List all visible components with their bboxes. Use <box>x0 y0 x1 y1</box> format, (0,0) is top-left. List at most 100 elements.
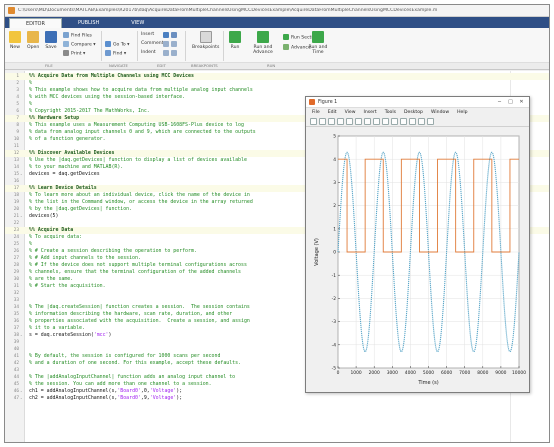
close-icon[interactable]: ✕ <box>516 99 527 106</box>
run-and-time-button[interactable]: Run and Time <box>307 31 329 55</box>
line-number: 3 <box>16 88 19 93</box>
line-marker[interactable]: - <box>20 395 23 402</box>
menu-file[interactable]: File <box>312 110 320 115</box>
open-button[interactable]: Open <box>27 31 39 50</box>
x-tick-label: 9000 <box>495 370 506 376</box>
x-tick-label: 7000 <box>459 370 470 376</box>
y-tick-label: 3 <box>333 180 336 186</box>
breakpoints-button[interactable]: Breakpoints <box>192 31 219 50</box>
line-number: 24 <box>13 235 19 240</box>
x-tick-label: 3000 <box>387 370 398 376</box>
line-marker[interactable]: - <box>20 388 23 395</box>
line-number: 30 <box>13 277 19 282</box>
y-tick-label: 5 <box>333 134 336 140</box>
code-text: % # If the device does not support multi… <box>29 262 247 268</box>
find-files-button[interactable]: Find Files <box>63 32 92 39</box>
y-tick-label: -4 <box>332 342 337 348</box>
indent-button[interactable]: Indent <box>141 50 156 55</box>
outdent-icon <box>171 50 177 56</box>
line-number: 8 <box>16 123 19 128</box>
zoom-in-icon[interactable] <box>355 118 362 125</box>
menu-edit[interactable]: Edit <box>328 110 337 115</box>
line-number: 23 <box>13 228 19 233</box>
save-button[interactable]: Save <box>45 31 57 50</box>
ribbon-divider <box>185 31 186 61</box>
code-line[interactable]: 47- ch2 = addAnalogInputChannel(s,'Board0… <box>5 395 549 402</box>
line-number: 42 <box>13 361 19 366</box>
rotate-icon[interactable] <box>382 118 389 125</box>
menu-insert[interactable]: Insert <box>364 110 377 115</box>
line-number: 40 <box>13 347 19 352</box>
minimize-icon[interactable]: ─ <box>494 99 505 106</box>
line-number: 6 <box>16 109 19 114</box>
comment-button[interactable]: Comment <box>141 41 164 46</box>
line-number: 9 <box>16 130 19 135</box>
compare-icon <box>63 41 69 47</box>
line-number: 33 <box>13 298 19 303</box>
menu-view[interactable]: View <box>345 110 356 115</box>
code-text: % and a duration of one second. For this… <box>29 360 241 366</box>
indent-icon <box>163 50 169 56</box>
ribbon-divider <box>137 31 138 61</box>
code-line[interactable]: 2% <box>5 80 549 87</box>
menu-desktop[interactable]: Desktop <box>404 110 423 115</box>
code-text: % channels, ensure that the terminal con… <box>29 269 241 275</box>
menu-tools[interactable]: Tools <box>385 110 396 115</box>
code-text: % To learn more about an individual devi… <box>29 192 250 198</box>
open-file-icon[interactable] <box>319 118 326 125</box>
find-icon <box>105 50 111 56</box>
code-text: devices(5) <box>29 213 59 219</box>
go-to-button[interactable]: Go To ▾ <box>105 41 129 48</box>
line-number: 5 <box>16 102 19 107</box>
comment-icons <box>163 41 179 48</box>
maximize-icon[interactable]: □ <box>505 99 516 106</box>
code-line[interactable]: 1 %% Acquire Data from Multiple Channels … <box>5 73 549 80</box>
tab-editor[interactable]: EDITOR <box>9 18 62 28</box>
brush-icon[interactable] <box>400 118 407 125</box>
figure-title-bar: Figure 1 ─ □ ✕ <box>306 97 529 108</box>
print-button[interactable]: Print ▾ <box>63 50 85 57</box>
voltage-plot[interactable]: 0 1000 2000 3000 4000 5000 6000 7000 8000 9000 100… <box>306 128 529 393</box>
code-text: % <box>29 80 32 86</box>
new-figure-icon[interactable] <box>310 118 317 125</box>
zoom-out-icon[interactable] <box>364 118 371 125</box>
line-number: 10 <box>13 137 19 142</box>
save-figure-icon[interactable] <box>328 118 335 125</box>
code-line[interactable]: 3 % This example shows how to acquire dat… <box>5 87 549 94</box>
run-icon <box>229 31 241 43</box>
y-tick-label: 1 <box>333 226 336 232</box>
y-axis-label: Voltage (V) <box>314 238 320 266</box>
code-text: % properties associated with the acquisi… <box>29 318 250 324</box>
compare-button[interactable]: Compare ▾ <box>63 41 96 48</box>
insert-button[interactable]: Insert <box>141 32 154 37</box>
y-tick-label: 2 <box>333 203 336 209</box>
figure-window[interactable]: Figure 1 ─ □ ✕ File Edit View Insert Too… <box>305 96 530 393</box>
colorbar-icon[interactable] <box>418 118 425 125</box>
run-section-icon <box>283 34 289 40</box>
tab-publish[interactable]: PUBLISH <box>62 18 115 28</box>
pointer-icon[interactable] <box>346 118 353 125</box>
code-text: %% Learn Device Details <box>29 185 97 191</box>
code-text: % This example uses a Measurement Comput… <box>29 122 244 128</box>
line-marker[interactable]: - <box>20 213 23 220</box>
menu-help[interactable]: Help <box>457 110 467 115</box>
data-cursor-icon[interactable] <box>391 118 398 125</box>
line-marker[interactable]: - <box>20 332 23 339</box>
find-button[interactable]: Find ▾ <box>105 50 126 57</box>
ribbon-divider <box>101 31 102 61</box>
run-button[interactable]: Run <box>229 31 241 50</box>
line-number: 39 <box>13 340 19 345</box>
new-button[interactable]: New <box>9 31 21 50</box>
link-icon[interactable] <box>409 118 416 125</box>
tab-view[interactable]: VIEW <box>115 18 160 28</box>
menu-window[interactable]: Window <box>431 110 449 115</box>
title-bar: C:\Users\MD\Documents\MATLAB\Examples\R2… <box>5 5 549 17</box>
pan-icon[interactable] <box>373 118 380 125</box>
code-text: % by the |daq.getDevices| function. <box>29 206 133 212</box>
run-and-advance-button[interactable]: Run and Advance <box>249 31 277 55</box>
line-marker[interactable]: - <box>20 171 23 178</box>
code-text: %% Acquire Data <box>29 227 74 233</box>
print-figure-icon[interactable] <box>337 118 344 125</box>
legend-icon[interactable] <box>427 118 434 125</box>
line-number: 31 <box>13 284 19 289</box>
